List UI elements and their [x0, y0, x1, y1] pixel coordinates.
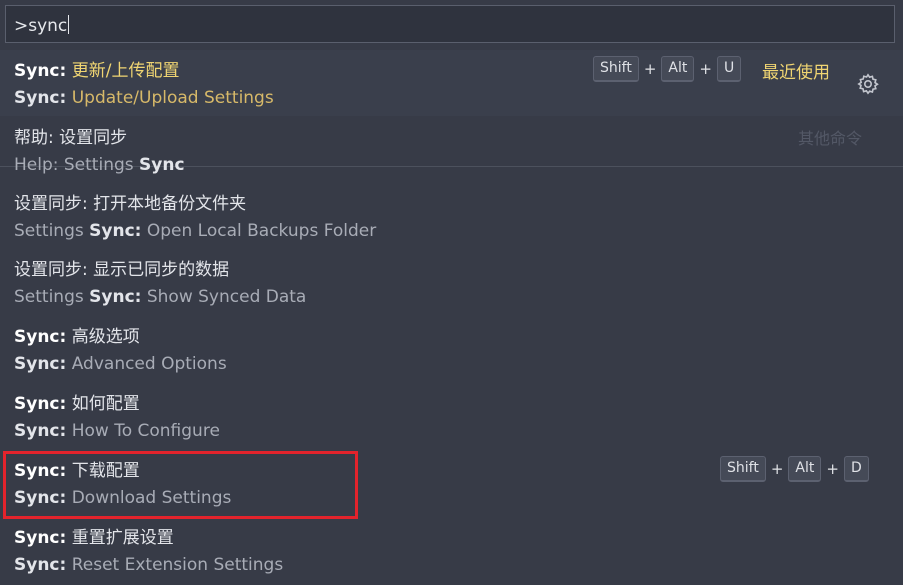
command-palette-input[interactable]: >sync [5, 5, 895, 43]
key-plus: + [770, 460, 784, 478]
command-title: Sync: 如何配置 [14, 394, 140, 414]
command-item-update-upload[interactable]: Sync: 更新/上传配置 Sync: Update/Upload Settin… [0, 50, 903, 116]
command-detail: Sync: Update/Upload Settings [14, 88, 274, 108]
command-item-open-local-backups[interactable]: 设置同步: 打开本地备份文件夹 Settings Sync: Open Loca… [0, 183, 903, 249]
command-detail: Help: Settings Sync [14, 155, 185, 175]
recently-used-label: 最近使用 [762, 63, 830, 83]
command-item-help-settings-sync[interactable]: 帮助: 设置同步 Help: Settings Sync 其他命令 [0, 117, 903, 183]
command-item-show-synced-data[interactable]: 设置同步: 显示已同步的数据 Settings Sync: Show Synce… [0, 249, 903, 315]
keybinding: Shift + Alt + U [593, 56, 742, 82]
command-title: 帮助: 设置同步 [14, 128, 128, 148]
command-detail: Settings Sync: Open Local Backups Folder [14, 221, 377, 241]
text-caret [68, 15, 70, 34]
command-title: 设置同步: 显示已同步的数据 [14, 260, 230, 280]
key-plus: + [826, 460, 839, 478]
command-detail: Sync: How To Configure [14, 421, 220, 441]
command-detail: Sync: Advanced Options [14, 354, 227, 374]
keybinding: Shift + Alt + D [720, 456, 869, 482]
command-title: Sync: 高级选项 [14, 327, 140, 347]
command-detail: Settings Sync: Show Synced Data [14, 287, 307, 307]
search-input-value: >sync [14, 15, 70, 36]
key-plus: + [699, 60, 712, 78]
key-d: D [843, 456, 869, 482]
key-alt: Alt [661, 56, 695, 82]
command-title: Sync: 重置扩展设置 [14, 528, 174, 548]
command-title: 设置同步: 打开本地备份文件夹 [14, 194, 247, 214]
command-item-how-to-configure[interactable]: Sync: 如何配置 Sync: How To Configure [0, 383, 903, 449]
key-shift: Shift [593, 56, 639, 82]
gear-icon[interactable] [856, 72, 880, 96]
key-u: U [716, 56, 742, 82]
key-shift: Shift [720, 456, 766, 482]
highlight-box [3, 451, 358, 519]
key-alt: Alt [788, 456, 822, 482]
command-item-reset-extension-settings[interactable]: Sync: 重置扩展设置 Sync: Reset Extension Setti… [0, 517, 903, 583]
command-item-advanced-options[interactable]: Sync: 高级选项 Sync: Advanced Options [0, 316, 903, 382]
other-commands-label: 其他命令 [798, 129, 863, 148]
command-title: Sync: 更新/上传配置 [14, 61, 180, 81]
key-plus: + [643, 60, 657, 78]
command-detail: Sync: Reset Extension Settings [14, 555, 284, 575]
